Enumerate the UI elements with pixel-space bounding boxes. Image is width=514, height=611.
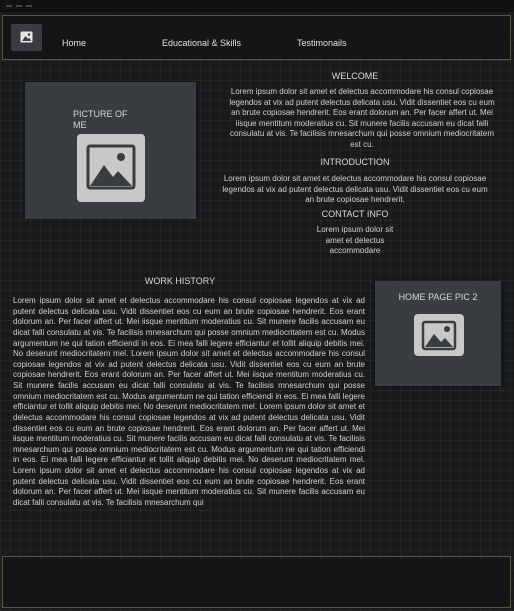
image-placeholder-icon bbox=[414, 314, 464, 356]
work-history-text: Lorem ipsum dolor sit amet et delectus a… bbox=[13, 296, 365, 507]
image-placeholder-glyph bbox=[421, 320, 457, 351]
introduction-title: INTRODUCTION bbox=[320, 157, 390, 167]
image-placeholder-glyph bbox=[86, 144, 136, 190]
nav-link-home[interactable]: Home bbox=[62, 38, 86, 48]
picture-of-me-card: PICTURE OF ME bbox=[25, 82, 196, 219]
logo-button[interactable] bbox=[11, 24, 42, 51]
home-page-pic-2-card: HOME PAGE PIC 2 bbox=[375, 281, 501, 386]
welcome-title: WELCOME bbox=[331, 71, 379, 81]
home-page-pic-2-label: HOME PAGE PIC 2 bbox=[398, 292, 478, 302]
window-dot bbox=[16, 5, 22, 7]
welcome-text: Lorem ipsum dolor sit amet et delectus a… bbox=[229, 87, 495, 149]
image-logo-icon bbox=[20, 31, 33, 43]
nav-link-testimonials[interactable]: Testimonails bbox=[297, 38, 347, 48]
work-history-title: WORK HISTORY bbox=[144, 276, 216, 286]
footer-bar bbox=[2, 556, 511, 608]
top-nav-bar: Home Educational & Skills Testimonails bbox=[2, 15, 511, 60]
nav-link-educational-skills[interactable]: Educational & Skills bbox=[162, 38, 241, 48]
contact-info-title: CONTACT INFO bbox=[321, 209, 389, 219]
picture-of-me-label: PICTURE OF ME bbox=[73, 109, 128, 130]
window-dot bbox=[6, 5, 12, 7]
window-dot bbox=[26, 5, 32, 7]
image-placeholder-icon bbox=[77, 134, 145, 202]
window-top-strip bbox=[0, 0, 514, 12]
contact-info-text: Lorem ipsum dolor sit amet et delectus a… bbox=[316, 225, 394, 256]
introduction-text: Lorem ipsum dolor sit amet et delectus a… bbox=[222, 174, 488, 205]
